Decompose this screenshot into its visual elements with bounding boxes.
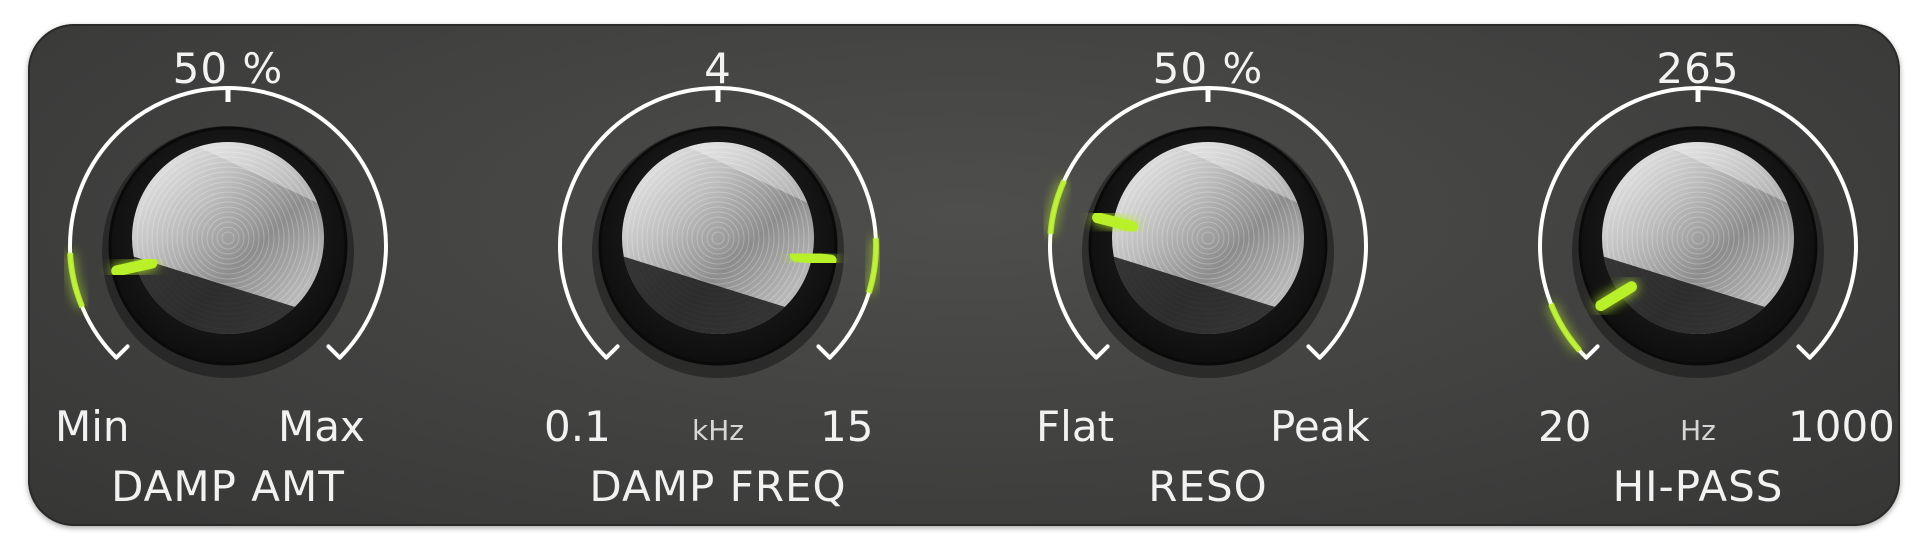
damp-amt-name: DAMP AMT xyxy=(111,462,345,511)
knob-arc-glow xyxy=(67,252,85,308)
reso-value: 50 % xyxy=(1152,44,1264,93)
knob-arc-glow xyxy=(866,238,879,294)
reso-min-label: Flat xyxy=(1036,402,1115,451)
knob-group-reso: 50 % Flat Peak RESO xyxy=(998,24,1418,526)
hi-pass-unit: Hz xyxy=(1680,414,1716,447)
knob-arc-glow xyxy=(1047,179,1067,235)
damp-amt-value: 50 % xyxy=(172,44,284,93)
damp-amt-min-label: Min xyxy=(55,402,130,451)
damp-freq-name: DAMP FREQ xyxy=(589,462,847,511)
knob-end-tick xyxy=(1094,344,1110,360)
knob-end-tick xyxy=(1796,344,1812,360)
knob-indicator xyxy=(111,257,158,277)
knob-end-tick xyxy=(114,344,130,360)
knob-group-damp-amt: 50 % Min Max DAMP AMT xyxy=(28,24,438,526)
filter-panel: 50 % Min Max DAMP AMT 4 0.1 15 kHz DAMP … xyxy=(28,24,1900,526)
knob-end-tick xyxy=(1306,344,1322,360)
knob-end-tick xyxy=(326,344,342,360)
knob-group-hi-pass: 265 20 1000 Hz HI-PASS xyxy=(1488,24,1900,526)
damp-amt-max-label: Max xyxy=(278,402,365,451)
hi-pass-value: 265 xyxy=(1656,44,1740,93)
reso-name: RESO xyxy=(1148,462,1268,511)
knob-group-damp-freq: 4 0.1 15 kHz DAMP FREQ xyxy=(508,24,928,526)
knob-end-tick xyxy=(604,344,620,360)
damp-freq-unit: kHz xyxy=(692,414,744,447)
knob-indicator xyxy=(789,250,837,266)
reso-max-label: Peak xyxy=(1270,402,1370,451)
knob-end-tick xyxy=(816,344,832,360)
damp-freq-value: 4 xyxy=(704,44,732,93)
knob-end-tick xyxy=(1584,344,1600,360)
hi-pass-name: HI-PASS xyxy=(1612,462,1784,511)
knob-arc-glow xyxy=(1548,302,1582,353)
